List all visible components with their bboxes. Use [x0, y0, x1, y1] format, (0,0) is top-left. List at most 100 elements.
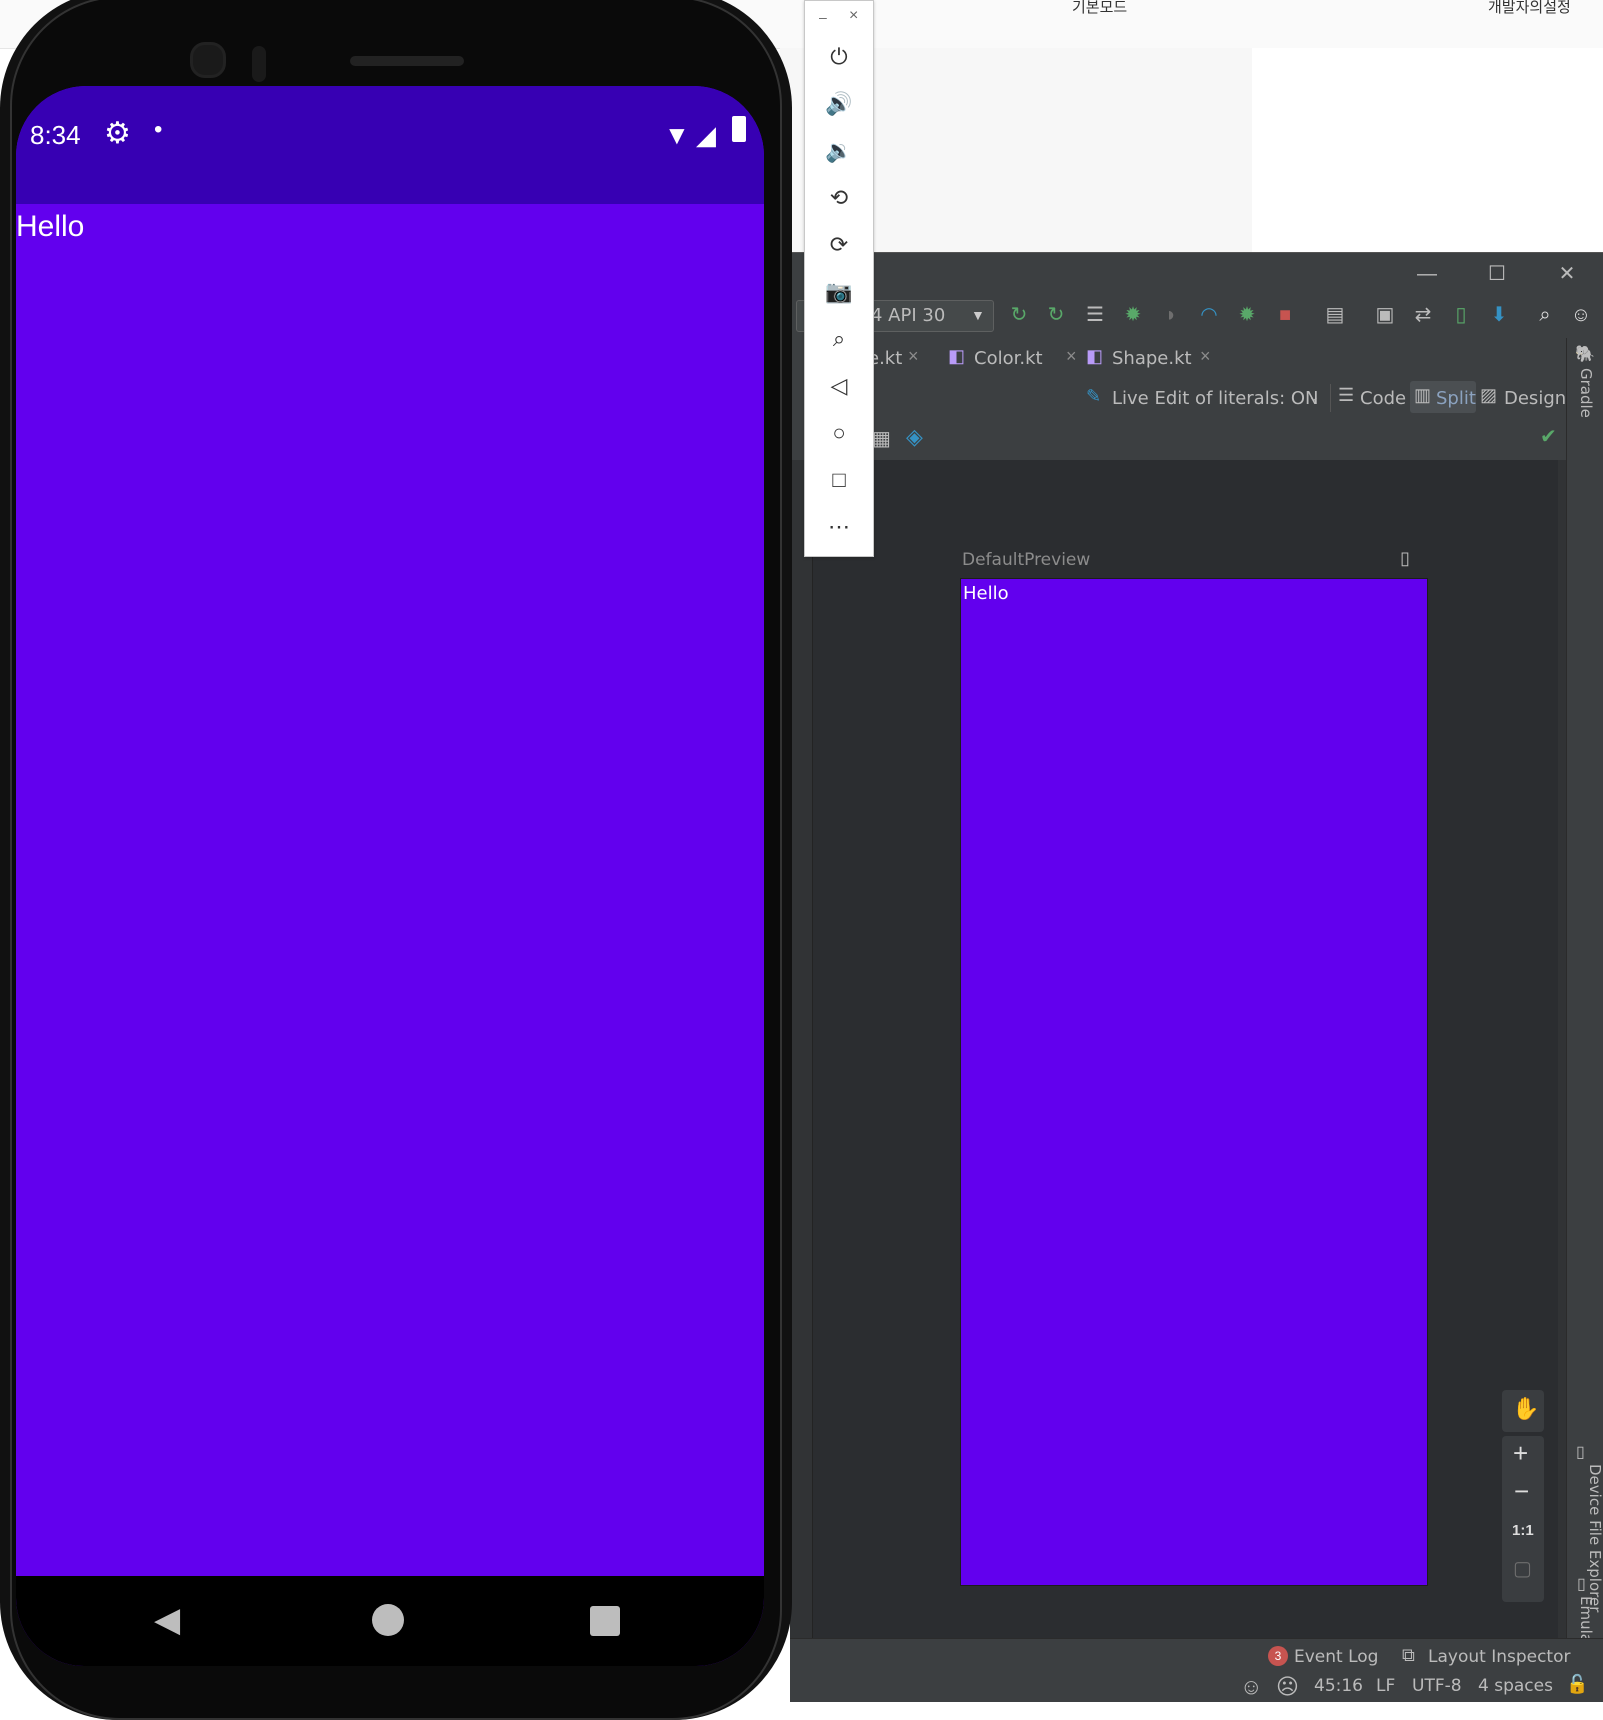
compose-preview[interactable]: Hello: [960, 578, 1428, 1586]
battery-icon: [732, 116, 746, 142]
file-encoding[interactable]: UTF-8: [1412, 1676, 1462, 1696]
emulator-minimize-button[interactable]: –: [819, 9, 827, 25]
layout-icon[interactable]: ▦: [872, 426, 891, 451]
status-bar: ☺ ☹ 45:16 LF UTF-8 4 spaces 🔓: [790, 1672, 1603, 1702]
split-mode-button[interactable]: ▥ Split: [1410, 381, 1476, 413]
back-icon[interactable]: ◁: [817, 368, 861, 404]
live-edit-toggle[interactable]: Live Edit of literals: ON: [1112, 388, 1319, 409]
design-mode-button[interactable]: ▨ Design: [1480, 381, 1566, 413]
run-config-icon[interactable]: ☰: [1082, 302, 1108, 328]
zoom-controls: + − 1:1 ▢: [1502, 1436, 1544, 1602]
event-log-label: Event Log: [1294, 1647, 1379, 1667]
power-icon[interactable]: ⏻: [817, 39, 861, 75]
happy-face-icon[interactable]: ☺: [1240, 1674, 1262, 1700]
design-toolbar: ▦ ◈ ✔: [790, 418, 1566, 461]
line-separator[interactable]: LF: [1376, 1676, 1395, 1696]
rotate-left-icon[interactable]: ⟲: [817, 180, 861, 216]
apply-code-changes-icon[interactable]: ↻: [1043, 302, 1069, 328]
zoom-in-button[interactable]: +: [1513, 1438, 1528, 1469]
apply-changes-icon[interactable]: ↻: [1006, 302, 1032, 328]
layers-icon[interactable]: ◈: [906, 424, 923, 450]
editor-tabs: e.kt × ◧ Color.kt × ◧ Shape.kt ×: [790, 338, 1566, 379]
code-mode-button[interactable]: ☰ Code: [1336, 381, 1408, 413]
divider: [1330, 384, 1331, 412]
chevron-down-icon[interactable]: ⌄: [1308, 388, 1320, 405]
device-file-explorer-label[interactable]: Device File Explorer: [1586, 1464, 1603, 1612]
tab-label: Shape.kt: [1112, 348, 1192, 369]
phone-screen[interactable]: 8:34 ⚙ • ▼ ◢ Hello ◀: [16, 86, 764, 1666]
close-tab-icon[interactable]: ×: [908, 346, 919, 367]
nav-home-icon[interactable]: [372, 1604, 404, 1636]
emulator-close-button[interactable]: ×: [849, 7, 858, 25]
zoom-actual-button[interactable]: 1:1: [1512, 1522, 1534, 1539]
nav-back-icon[interactable]: ◀: [154, 1600, 180, 1640]
code-mode-label: Code: [1360, 388, 1407, 409]
kotlin-file-icon: ◧: [948, 346, 966, 366]
unlock-icon[interactable]: 🔓: [1566, 1674, 1588, 1695]
checkmark-icon: ✔: [1540, 426, 1557, 448]
background-settings-text: 개발자의설정: [1488, 0, 1571, 16]
emulator-toolbar: – × ⏻ 🔊 🔉 ⟲ ⟳ 📷 ⌕ ◁ ○ □ ⋯: [804, 0, 874, 557]
phone-frame: 8:34 ⚙ • ▼ ◢ Hello ◀: [0, 0, 792, 1720]
overview-icon[interactable]: □: [817, 462, 861, 498]
sdk-manager-icon[interactable]: ⬇: [1486, 302, 1512, 328]
sad-face-icon[interactable]: ☹: [1276, 1674, 1299, 1700]
project-structure-icon[interactable]: ▤: [1322, 302, 1348, 328]
device-selector-label: 4 API 30: [871, 305, 946, 326]
gradle-tool-label[interactable]: Gradle: [1577, 368, 1595, 418]
attach-debugger-icon[interactable]: ✹: [1234, 302, 1260, 328]
android-status-bar: 8:34 ⚙ • ▼ ◢: [16, 86, 764, 204]
debug-icon[interactable]: ✹: [1120, 302, 1146, 328]
image-icon: ▨: [1480, 385, 1498, 405]
maximize-window-button[interactable]: ☐: [1482, 259, 1512, 289]
editor-gutter: [790, 460, 813, 1638]
close-window-button[interactable]: ✕: [1552, 259, 1582, 289]
gradle-icon[interactable]: 🐘: [1575, 344, 1595, 364]
split-icon: ▥: [1414, 385, 1432, 405]
minimize-window-button[interactable]: —: [1412, 259, 1442, 289]
home-icon[interactable]: ○: [817, 415, 861, 451]
background-panel-right: [1252, 48, 1603, 253]
deploy-preview-icon[interactable]: ▯: [1400, 548, 1410, 569]
close-tab-icon[interactable]: ×: [1066, 346, 1077, 367]
emulator-icon[interactable]: ▯: [1577, 1574, 1586, 1594]
rotate-right-icon[interactable]: ⟳: [817, 227, 861, 263]
volume-up-icon[interactable]: 🔊: [817, 86, 861, 122]
signal-icon: ◢: [696, 120, 716, 150]
tab-color-kt[interactable]: ◧ Color.kt ×: [948, 338, 1088, 378]
avd-manager-icon[interactable]: ▣: [1372, 302, 1398, 328]
event-log-badge: 3: [1268, 1646, 1288, 1666]
sync-gradle-icon[interactable]: ⇄: [1410, 302, 1436, 328]
zoom-icon[interactable]: ⌕: [817, 321, 861, 357]
scrollbar-track[interactable]: [1558, 460, 1566, 1638]
live-edit-icon: ✎: [1086, 386, 1102, 406]
app-hello-text: Hello: [16, 210, 85, 243]
layout-inspector-label: Layout Inspector: [1428, 1647, 1571, 1667]
front-camera: [190, 42, 226, 78]
volume-down-icon[interactable]: 🔉: [817, 133, 861, 169]
zoom-fit-icon[interactable]: ▢: [1513, 1556, 1532, 1581]
hand-icon: ✋: [1512, 1396, 1540, 1421]
notification-dot-icon: •: [154, 116, 163, 143]
kotlin-file-icon: ◧: [1086, 346, 1104, 366]
pan-button[interactable]: ✋: [1502, 1390, 1544, 1432]
caret-position[interactable]: 45:16: [1314, 1676, 1363, 1696]
android-nav-bar: ◀: [16, 1576, 764, 1666]
speaker-grille: [350, 56, 464, 66]
nav-recents-icon[interactable]: [590, 1606, 620, 1636]
device-icon[interactable]: ▯: [1576, 1442, 1585, 1462]
background-mode-text: 기본모드: [1072, 0, 1128, 16]
more-icon[interactable]: ⋯: [817, 509, 861, 545]
account-icon[interactable]: ☺: [1568, 302, 1594, 328]
zoom-out-button[interactable]: −: [1514, 1476, 1529, 1507]
tab-shape-kt[interactable]: ◧ Shape.kt ×: [1086, 338, 1226, 378]
profile-icon[interactable]: ◠: [1196, 302, 1222, 328]
close-tab-icon[interactable]: ×: [1200, 346, 1211, 367]
coverage-icon[interactable]: ◗: [1158, 302, 1184, 328]
search-icon[interactable]: ⌕: [1532, 302, 1558, 328]
camera-icon[interactable]: 📷: [817, 274, 861, 310]
stop-icon[interactable]: ■: [1272, 302, 1298, 328]
layout-inspector-icon: ⧉: [1402, 1645, 1415, 1665]
indent-setting[interactable]: 4 spaces: [1478, 1676, 1553, 1696]
device-manager-icon[interactable]: ▯: [1448, 302, 1474, 328]
